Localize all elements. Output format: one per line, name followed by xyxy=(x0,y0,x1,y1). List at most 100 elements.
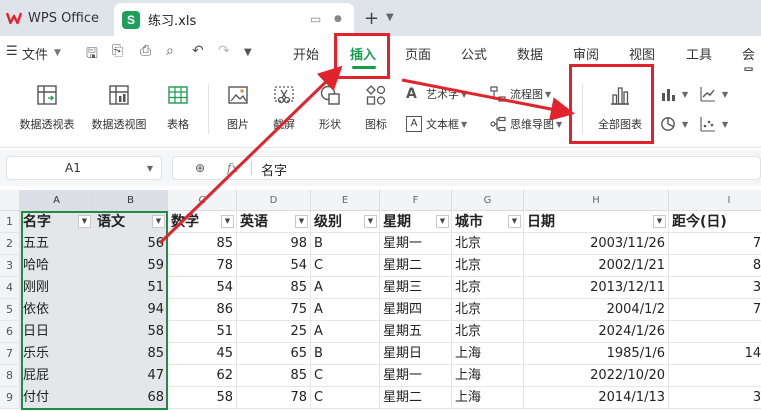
table-cell[interactable]: 75 xyxy=(237,299,311,321)
all-charts-button[interactable]: 全部图表 xyxy=(590,84,650,132)
row-header[interactable]: 6 xyxy=(0,321,20,343)
table-cell[interactable]: 8077 xyxy=(669,255,761,277)
icon-button[interactable]: 图标 xyxy=(358,84,394,132)
tab-formula[interactable]: 公式 xyxy=(461,44,487,63)
art-text-button[interactable]: A 艺术字 ▼ xyxy=(406,86,467,102)
hamburger-icon[interactable]: ☰ xyxy=(6,44,18,59)
chevron-down-icon[interactable]: ▼ xyxy=(386,12,394,23)
table-cell[interactable]: 98 xyxy=(237,233,311,255)
filter-dropdown-icon[interactable]: ▼ xyxy=(221,215,234,228)
text-box-button[interactable]: A 文本框 ▼ xyxy=(406,116,467,132)
table-cell[interactable]: 62 xyxy=(168,365,237,387)
pivot-table-button[interactable]: 数据透视表 xyxy=(16,84,78,132)
window-icon[interactable]: ▭ xyxy=(310,12,321,26)
filter-dropdown-icon[interactable]: ▼ xyxy=(78,215,91,228)
header-cell[interactable]: 日期 ▼ xyxy=(524,211,669,233)
zoom-formula-icon[interactable]: ⊕ xyxy=(195,161,205,175)
tab-page[interactable]: 页面 xyxy=(405,44,431,63)
formula-input[interactable]: ⊕ fx 名字 xyxy=(172,156,761,180)
column-chart-button[interactable]: ▼ xyxy=(660,86,688,102)
table-cell[interactable]: 68 xyxy=(94,387,168,409)
table-cell[interactable]: 86 xyxy=(168,299,237,321)
table-cell[interactable]: A xyxy=(311,277,380,299)
header-cell[interactable]: 星期 ▼ xyxy=(380,211,452,233)
row-header[interactable]: 4 xyxy=(0,277,20,299)
screenshot-button[interactable]: 截屏 xyxy=(264,84,304,132)
tab-insert[interactable]: 插入 xyxy=(350,44,376,63)
table-cell[interactable]: 星期五 xyxy=(380,321,452,343)
wps-office-tab[interactable]: WPS Office xyxy=(0,3,112,33)
table-cell[interactable]: 星期四 xyxy=(380,299,452,321)
tab-review[interactable]: 审阅 xyxy=(573,44,599,63)
table-cell[interactable]: 25 xyxy=(237,321,311,343)
table-cell[interactable]: 屁屁 xyxy=(20,365,94,387)
header-cell[interactable]: 城市 ▼ xyxy=(452,211,524,233)
table-cell[interactable]: 星期一 xyxy=(380,233,452,255)
filter-dropdown-icon[interactable]: ▼ xyxy=(653,215,666,228)
table-cell[interactable]: B xyxy=(311,233,380,255)
filter-dropdown-icon[interactable]: ▼ xyxy=(436,215,449,228)
column-header-e[interactable]: E xyxy=(311,190,380,211)
table-cell[interactable]: 星期日 xyxy=(380,343,452,365)
column-header-c[interactable]: C xyxy=(168,190,237,211)
row-header[interactable]: 7 xyxy=(0,343,20,365)
table-cell[interactable]: 65 xyxy=(237,343,311,365)
table-cell[interactable]: 刚刚 xyxy=(20,277,94,299)
row-header[interactable]: 2 xyxy=(0,233,20,255)
table-cell[interactable]: 51 xyxy=(94,277,168,299)
table-cell[interactable]: 37 xyxy=(669,321,761,343)
table-cell[interactable]: 五五 xyxy=(20,233,94,255)
table-cell[interactable]: 78 xyxy=(237,387,311,409)
table-cell[interactable]: 45 xyxy=(168,343,237,365)
table-cell[interactable]: 依依 xyxy=(20,299,94,321)
file-menu[interactable]: 文件 xyxy=(22,44,48,63)
header-cell[interactable]: 数学 ▼ xyxy=(168,211,237,233)
picture-button[interactable]: 图片 xyxy=(218,84,258,132)
table-cell[interactable]: 2022/10/20 xyxy=(524,365,669,387)
table-button[interactable]: 表格 xyxy=(160,84,196,132)
table-cell[interactable]: 北京 xyxy=(452,321,524,343)
new-tab-button[interactable]: + xyxy=(364,8,379,29)
file-tab[interactable]: S 练习.xls ▭ ● xyxy=(114,3,354,36)
column-header-a[interactable]: A xyxy=(20,190,94,211)
table-cell[interactable]: 2024/1/26 xyxy=(524,321,669,343)
shape-button[interactable]: 形状 xyxy=(310,84,350,132)
tab-tools[interactable]: 工具 xyxy=(686,44,712,63)
table-cell[interactable]: 51 xyxy=(168,321,237,343)
row-header[interactable]: 8 xyxy=(0,365,20,387)
table-cell[interactable]: 上海 xyxy=(452,343,524,365)
header-cell[interactable]: 英语 ▼ xyxy=(237,211,311,233)
table-cell[interactable]: 2002/1/21 xyxy=(524,255,669,277)
table-cell[interactable]: 上海 xyxy=(452,365,524,387)
table-cell[interactable]: C xyxy=(311,255,380,277)
quick-access-more-icon[interactable]: ▼ xyxy=(244,47,252,58)
unsaved-dot-icon[interactable]: ● xyxy=(334,14,342,24)
table-cell[interactable]: C xyxy=(311,387,380,409)
header-cell[interactable]: 级别 ▼ xyxy=(311,211,380,233)
table-cell[interactable]: 北京 xyxy=(452,255,524,277)
table-cell[interactable]: 北京 xyxy=(452,277,524,299)
table-cell[interactable]: 58 xyxy=(94,321,168,343)
table-cell[interactable]: 乐乐 xyxy=(20,343,94,365)
column-header-f[interactable]: F xyxy=(380,190,452,211)
header-cell[interactable]: 语文 ▼ xyxy=(94,211,168,233)
table-cell[interactable]: 54 xyxy=(237,255,311,277)
row-header[interactable]: 1 xyxy=(0,211,20,233)
table-cell[interactable]: 94 xyxy=(94,299,168,321)
undo-icon[interactable]: ↶ xyxy=(192,43,204,59)
table-cell[interactable]: 星期一 xyxy=(380,365,452,387)
column-header-i[interactable]: I xyxy=(669,190,761,211)
table-cell[interactable]: 星期二 xyxy=(380,387,452,409)
flowchart-button[interactable]: 流程图 ▼ xyxy=(490,86,551,102)
table-cell[interactable]: 85 xyxy=(94,343,168,365)
row-header[interactable]: 5 xyxy=(0,299,20,321)
table-cell[interactable]: 日日 xyxy=(20,321,94,343)
scatter-chart-button[interactable]: ▼ xyxy=(700,116,728,132)
filter-dropdown-icon[interactable]: ▼ xyxy=(508,215,521,228)
export-icon[interactable]: ⎘ xyxy=(112,43,123,59)
select-all-corner[interactable] xyxy=(0,190,20,211)
table-cell[interactable]: 54 xyxy=(168,277,237,299)
table-cell[interactable]: 56 xyxy=(94,233,168,255)
print-icon[interactable]: ⎙ xyxy=(140,43,151,59)
header-cell[interactable]: 距今(日)▼ xyxy=(669,211,761,233)
